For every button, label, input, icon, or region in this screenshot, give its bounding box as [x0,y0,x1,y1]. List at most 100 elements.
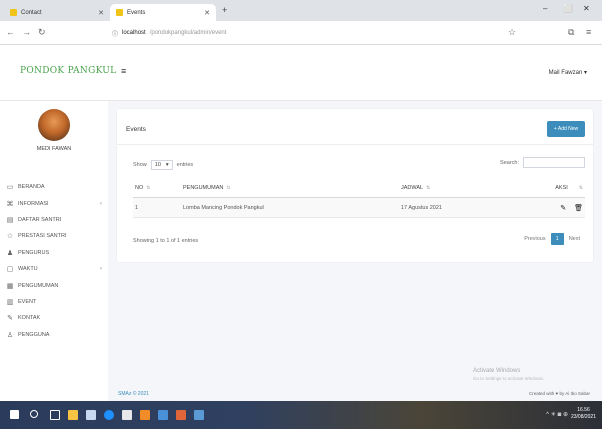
windows-start-icon[interactable] [10,410,19,419]
chevron-down-icon: ▾ [165,162,169,168]
hamburger-menu-icon[interactable]: ≡ [121,66,126,76]
watermark-subtitle: Go to Settings to activate Windows. [473,376,545,381]
new-tab-button[interactable]: + [222,5,227,15]
collections-icon[interactable]: ⧉ [568,27,574,38]
tab-title: Events [127,9,146,16]
sort-icon: ⇅ [146,185,151,191]
next-page-button[interactable]: Next [564,233,585,245]
footer: SMAz © 2021 Created with ♥ by Ai Ibo Sab… [108,388,602,401]
sidebar-item-pengurus[interactable]: ♟ PENGURUS [6,245,106,261]
sidebar-menu: ▭ BERANDA ⌘ INFORMASI ‹ ▤ DAFTAR SANTRI ☆ PRESTA… [6,179,106,343]
sidebar-item-pengumuman[interactable]: ▦ PENGUMUMAN [6,277,106,293]
entries-select[interactable]: 10 ▾ [150,160,173,170]
sitemap-icon: ⌘ [6,200,14,208]
column-header-pengumuman[interactable]: PENGUMUMAN ⇅ [183,178,383,198]
system-tray[interactable]: ^ ☀ ◙ ⊕ [546,411,568,418]
column-header-aksi[interactable]: AKSI ⇅ [533,178,583,198]
app-blue-icon[interactable] [194,410,204,420]
sidebar-item-daftar-santri[interactable]: ▤ DAFTAR SANTRI [6,212,106,228]
sidebar-item-label: PENGUMUMAN [18,282,59,289]
reload-icon[interactable]: ↻ [38,27,46,38]
sidebar-item-label: BERANDA [18,184,45,191]
task-view-icon[interactable] [50,410,60,420]
column-header-jadwal[interactable]: JADWAL ⇅ [401,178,531,198]
watermark-title: Activate Windows [473,368,521,374]
sidebar-item-kontak[interactable]: ✎ KONTAK [6,310,106,326]
clock-time: 16.56 [577,407,590,413]
search-icon[interactable] [30,410,38,418]
sidebar: MEDI FAWAN ▭ BERANDA ⌘ INFORMASI ‹ ▤ DAFTAR SA… [0,101,108,401]
search-control: Search: [500,157,585,168]
back-icon[interactable]: ← [6,27,15,37]
sidebar-item-event[interactable]: ▥ EVENT [6,294,106,310]
tab-close-icon[interactable]: ✕ [204,9,210,17]
edit-pencil-icon[interactable]: ✎ [560,204,566,212]
sidebar-item-informasi[interactable]: ⌘ INFORMASI ‹ [6,195,106,211]
search-label: Search: [500,159,519,166]
favorite-star-icon[interactable]: ☆ [508,27,516,38]
taskbar: ^ ☀ ◙ ⊕ 16.56 23/08/2021 [0,401,602,429]
site-info-icon[interactable]: ⓘ [112,29,118,38]
sidebar-item-label: PENGURUS [18,249,50,256]
footer-credit: Created with ♥ by Ai Ibo Sabar [529,391,590,396]
taskbar-clock[interactable]: 16.56 23/08/2021 [571,407,596,421]
avatar [38,109,70,141]
previous-page-button[interactable]: Previous [519,233,550,245]
minimize-icon[interactable]: – [543,4,547,13]
search-input[interactable] [523,157,585,168]
app-header: PONDOK PANGKUL ≡ Mail Fawzan ▾ [0,45,602,101]
footer-copyright[interactable]: SMAz © 2021 [118,391,149,397]
document-icon: ▤ [6,216,14,224]
add-new-button[interactable]: + Add New [547,121,585,137]
card-divider [117,144,593,145]
url-path: /pondokpangkul/admin/event [149,30,227,36]
browser-tab-bar: Contact ✕ Events ✕ + – ⬜ ✕ [0,0,602,21]
column-header-label: NO [135,185,144,191]
column-header-label: AKSI [555,185,568,191]
delete-trash-icon[interactable]: 🗑 [574,204,583,212]
star-icon: ☆ [6,233,14,241]
table-row: 1 Lomba Mancing Pondok Pangkul 17 Agustu… [133,198,585,218]
current-page-button[interactable]: 1 [550,233,564,245]
sidebar-item-label: DAFTAR SANTRI [18,216,62,223]
forward-icon[interactable]: → [22,27,31,37]
events-table: NO ⇅ PENGUMUMAN ⇅ JADWAL ⇅ AKSI ⇅ 1 Lomba Ma… [133,178,585,218]
sidebar-user-name: MEDI FAWAN [36,146,72,152]
sidebar-item-label: PRESTASI SANTRI [18,233,67,240]
tab-close-icon[interactable]: ✕ [98,9,104,17]
events-card: Events + Add New Show 10 ▾ entries Searc… [117,109,593,262]
column-header-no[interactable]: NO ⇅ [135,178,175,198]
cell-pengumuman: Lomba Mancing Pondok Pangkul [183,205,264,211]
column-header-label: PENGUMUMAN [183,185,224,191]
column-header-label: JADWAL [401,185,424,191]
app-window-icon[interactable] [158,410,168,420]
url-field[interactable]: ⓘ localhost/pondokpangkul/admin/event [112,25,532,41]
edge-browser-icon[interactable] [104,410,114,420]
sidebar-item-label: EVENT [18,298,37,305]
cell-aksi: ✎ 🗑 [533,198,583,218]
sidebar-item-label: PENGGUNA [18,331,50,338]
page-title: Events [126,126,146,133]
maximize-icon[interactable]: ⬜ [563,4,573,13]
xampp-icon[interactable] [140,410,150,420]
sidebar-item-pengguna[interactable]: ♙ PENGGUNA [6,327,106,343]
brand-logo[interactable]: PONDOK PANGKUL [20,66,116,76]
browser-menu-icon[interactable]: ≡ [586,27,591,37]
desktop-icon: ▭ [6,184,14,192]
sidebar-item-prestasi-santri[interactable]: ☆ PRESTASI SANTRI [6,228,106,244]
tab-favicon-icon [116,9,123,16]
app-icon[interactable] [122,410,132,420]
activate-windows-watermark: Activate Windows Go to Settings to activ… [473,367,544,383]
user-menu[interactable]: Mail Fawzan ▾ [549,69,587,76]
close-window-icon[interactable]: ✕ [583,4,590,13]
app-orange-icon[interactable] [176,410,186,420]
browser-tab-contact[interactable]: Contact ✕ [4,4,110,21]
browser-tab-events[interactable]: Events ✕ [110,4,216,21]
sidebar-item-waktu[interactable]: ▢ WAKTU ‹ [6,261,106,277]
file-explorer-icon[interactable] [68,410,78,420]
sidebar-item-beranda[interactable]: ▭ BERANDA [6,179,106,195]
store-icon[interactable] [86,410,96,420]
cell-no: 1 [135,205,139,211]
book-icon: ▢ [6,266,14,274]
pagination: Previous 1 Next [519,233,585,245]
